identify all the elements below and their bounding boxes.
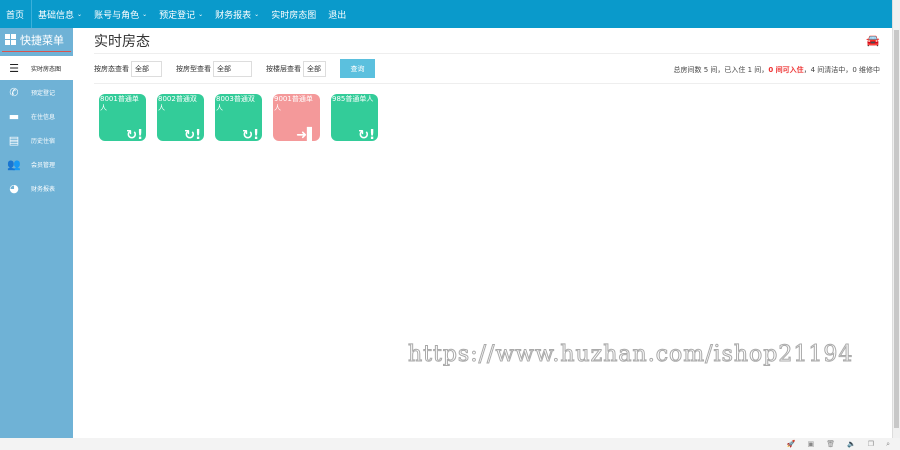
type-filter-select[interactable]: 全部 xyxy=(213,60,252,77)
watermark: https://www.huzhan.com/ishop21194 xyxy=(407,342,854,368)
chevron-down-icon: ⌄ xyxy=(198,10,204,18)
room-stats: 总房间数 5 间，已入住 1 间，0 间可入住，4 间清洁中，0 维修中 xyxy=(674,65,881,75)
nav-label: 财务报表 xyxy=(215,10,252,21)
sidebar-item-label: 实时房态图 xyxy=(31,65,62,73)
sidebar: 快捷菜单 ☰ 实时房态图 ✆ 预定登记 ▬ 在住信息 ▤ 历史住宿 👥 会员管理 ◕ 财务报… xyxy=(0,28,73,438)
room-grid: 8001普通单人 ↻! 8002普通双人 ↻! 8003普通双人 ↻! 9001普通单… xyxy=(94,94,880,141)
cleaning-icon: ↻! xyxy=(126,128,143,141)
query-button[interactable]: 查询 xyxy=(340,59,375,78)
search-icon[interactable]: ⌕ xyxy=(886,440,890,449)
users-icon: 👥 xyxy=(7,157,21,171)
nav-finance[interactable]: 财务报表 ⌄ xyxy=(209,0,265,28)
room-card[interactable]: 9001普通单人 ➜▌ xyxy=(273,94,320,141)
room-name: 985普通单人 xyxy=(332,95,374,103)
scrollbar[interactable] xyxy=(892,0,900,438)
nav-basic-info[interactable]: 基础信息 ⌄ xyxy=(32,0,88,28)
sidebar-item-label: 会员管理 xyxy=(31,161,56,169)
windows-icon xyxy=(5,34,16,45)
sidebar-header: 快捷菜单 xyxy=(2,28,71,52)
pie-chart-icon: ◕ xyxy=(9,181,19,195)
room-name: 8001普通单人 xyxy=(100,95,139,112)
chevron-down-icon: ⌄ xyxy=(254,10,260,18)
room-card[interactable]: 8001普通单人 ↻! xyxy=(99,94,146,141)
type-filter-label: 按房型查看 xyxy=(176,64,211,73)
room-card[interactable]: 8002普通双人 ↻! xyxy=(157,94,204,141)
floor-filter-label: 按楼层查看 xyxy=(266,64,301,73)
scrollbar-thumb[interactable] xyxy=(894,30,899,428)
cleaning-icon: ↻! xyxy=(358,128,375,141)
floor-filter-select[interactable]: 全部 xyxy=(303,60,326,77)
sidebar-item-label: 在住信息 xyxy=(31,113,56,121)
list-icon: ☰ xyxy=(9,61,19,75)
chevron-down-icon: ⌄ xyxy=(77,10,83,18)
sidebar-title: 快捷菜单 xyxy=(20,33,64,47)
nav-label: 预定登记 xyxy=(159,10,196,21)
stat-repair: 0 维修中 xyxy=(852,66,880,74)
stat-occupied: 已入住 1 间， xyxy=(724,66,769,74)
car-icon[interactable]: 🚘 xyxy=(866,34,880,47)
sidebar-item-finance[interactable]: ◕ 财务报表 xyxy=(0,176,73,200)
main-content: 实时房态 🚘 按房态查看 全部 按房型查看 全部 按楼层查看 全部 查询 总房间… xyxy=(94,28,880,141)
status-bar: 🚀 ▣ 🗑 🔈 ❐ ⌕ xyxy=(0,438,900,450)
phone-icon: ✆ xyxy=(9,85,19,99)
stat-cleaning: ，4 间清洁中， xyxy=(803,66,853,74)
sidebar-item-label: 历史住宿 xyxy=(31,137,56,145)
nav-label: 实时房态图 xyxy=(271,10,317,21)
room-name: 8003普通双人 xyxy=(216,95,255,112)
top-nav: 首页 基础信息 ⌄ 账号与角色 ⌄ 预定登记 ⌄ 财务报表 ⌄ 实时房态图 退出 xyxy=(0,0,892,28)
nav-label: 首页 xyxy=(6,10,25,21)
cleaning-icon: ↻! xyxy=(242,128,259,141)
sidebar-item-members[interactable]: 👥 会员管理 xyxy=(0,152,73,176)
nav-room-status[interactable]: 实时房态图 xyxy=(265,0,322,28)
check-in-icon: ➜▌ xyxy=(296,128,317,141)
nav-accounts[interactable]: 账号与角色 ⌄ xyxy=(88,0,153,28)
rocket-icon[interactable]: 🚀 xyxy=(787,440,796,448)
room-card[interactable]: 8003普通双人 ↻! xyxy=(215,94,262,141)
nav-booking[interactable]: 预定登记 ⌄ xyxy=(153,0,209,28)
sidebar-item-booking[interactable]: ✆ 预定登记 xyxy=(0,80,73,104)
nav-label: 基础信息 xyxy=(38,10,75,21)
status-filter-select[interactable]: 全部 xyxy=(131,60,162,77)
nav-label: 账号与角色 xyxy=(94,10,140,21)
sidebar-item-room-status[interactable]: ☰ 实时房态图 xyxy=(0,56,73,80)
room-name: 8002普通双人 xyxy=(158,95,197,112)
stat-total: 总房间数 5 间， xyxy=(673,66,725,74)
volume-icon[interactable]: 🔈 xyxy=(847,440,856,448)
nav-label: 退出 xyxy=(328,10,347,21)
sidebar-item-label: 财务报表 xyxy=(31,185,56,193)
room-card[interactable]: 985普通单人 ↻! xyxy=(331,94,378,141)
chevron-down-icon: ⌄ xyxy=(142,10,148,18)
sidebar-item-in-house[interactable]: ▬ 在住信息 xyxy=(0,104,73,128)
sidebar-item-history[interactable]: ▤ 历史住宿 xyxy=(0,128,73,152)
nav-logout[interactable]: 退出 xyxy=(322,0,352,28)
stat-available: 0 间可入住 xyxy=(768,66,804,74)
sidebar-item-label: 预定登记 xyxy=(31,89,56,97)
nav-home[interactable]: 首页 xyxy=(0,0,33,28)
status-filter-label: 按房态查看 xyxy=(94,64,129,73)
window-icon[interactable]: ▣ xyxy=(808,440,815,448)
cleaning-icon: ↻! xyxy=(184,128,201,141)
room-name: 9001普通单人 xyxy=(274,95,313,112)
trash-icon[interactable]: 🗑 xyxy=(826,440,835,448)
bed-icon: ▬ xyxy=(8,109,20,123)
document-icon: ▤ xyxy=(8,133,20,147)
page-title: 实时房态 xyxy=(94,33,150,50)
copy-icon[interactable]: ❐ xyxy=(868,440,874,448)
